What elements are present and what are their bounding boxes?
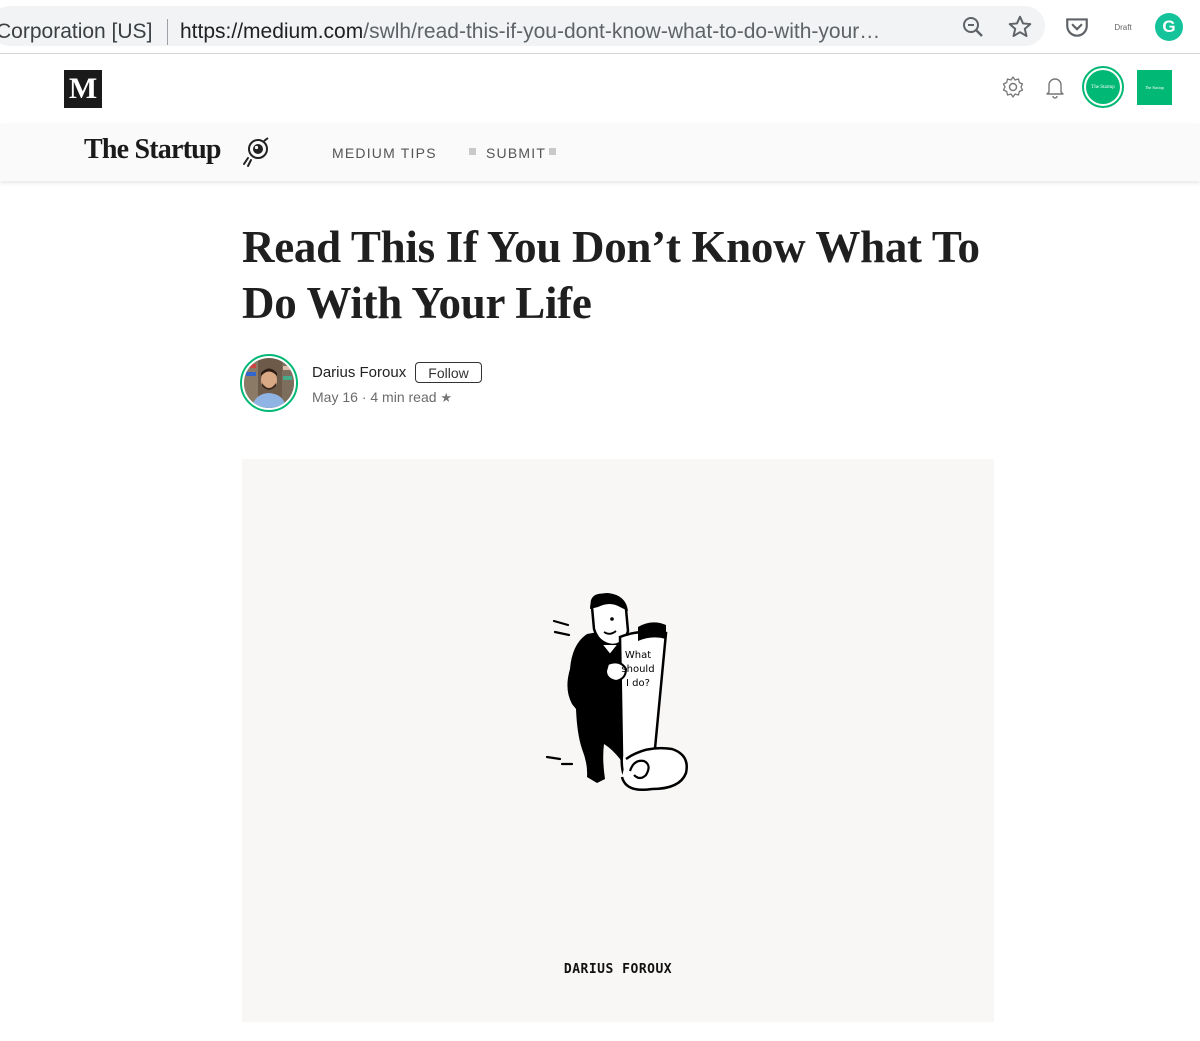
site-organization: Corporation [US] — [0, 20, 153, 43]
member-star-icon: ★ — [440, 390, 453, 405]
scroll-text: What should I do? — [618, 649, 658, 691]
publication-navbar: The Startup MEDIUM TIPS SUBMIT — [0, 124, 1200, 181]
medium-logo[interactable]: M — [64, 70, 102, 108]
hero-image: What should I do? DARIUS FOROUX — [242, 459, 994, 1022]
author-name[interactable]: Darius Foroux — [312, 364, 406, 381]
follow-button[interactable]: Follow — [415, 362, 482, 383]
man-with-scroll-illustration — [545, 593, 688, 791]
nav-square-decoration — [549, 148, 556, 155]
url-text[interactable]: https://medium.com/swlh/read-this-if-you… — [180, 20, 930, 44]
read-time: 4 min read — [370, 389, 437, 405]
nav-medium-tips[interactable]: MEDIUM TIPS — [332, 145, 437, 161]
url-path: /swlh/read-this-if-you-dont-know-what-to… — [363, 20, 881, 43]
artist-signature: DARIUS FOROUX — [563, 962, 673, 977]
url-host: https://medium.com — [180, 20, 364, 43]
meta-separator: · — [361, 389, 367, 405]
browser-toolbar: Corporation [US] https://medium.com/swlh… — [0, 0, 1200, 54]
publish-date: May 16 — [312, 389, 358, 405]
scroll-line: What — [624, 650, 652, 661]
zoom-icon[interactable] — [960, 14, 986, 40]
author-photo — [244, 358, 294, 408]
gear-icon[interactable] — [1000, 74, 1026, 100]
scroll-line: should — [621, 664, 655, 675]
grammarly-icon[interactable]: G — [1155, 13, 1183, 41]
address-separator — [167, 19, 168, 45]
publication-name[interactable]: The Startup — [84, 134, 221, 166]
nav-submit[interactable]: SUBMIT — [486, 145, 546, 161]
bell-icon[interactable] — [1043, 74, 1067, 100]
user-avatar-label: The Startup — [1086, 70, 1120, 104]
rocket-logo-icon[interactable] — [240, 136, 274, 168]
nav-square-decoration — [469, 148, 476, 155]
pocket-icon[interactable] — [1063, 13, 1091, 41]
user-avatar[interactable]: The Startup — [1082, 66, 1124, 108]
article-meta: May 16 · 4 min read ★ — [312, 389, 452, 406]
author-avatar[interactable] — [240, 354, 298, 412]
address-bar[interactable]: Corporation [US] https://medium.com/swlh… — [0, 6, 1045, 46]
draft-extension-icon[interactable]: Draft — [1108, 16, 1138, 38]
bookmark-star-icon[interactable] — [1006, 13, 1034, 41]
publication-badge[interactable]: The Startup — [1137, 70, 1172, 105]
article-title: Read This If You Don’t Know What To Do W… — [242, 222, 980, 328]
scroll-line: I do? — [626, 678, 650, 689]
